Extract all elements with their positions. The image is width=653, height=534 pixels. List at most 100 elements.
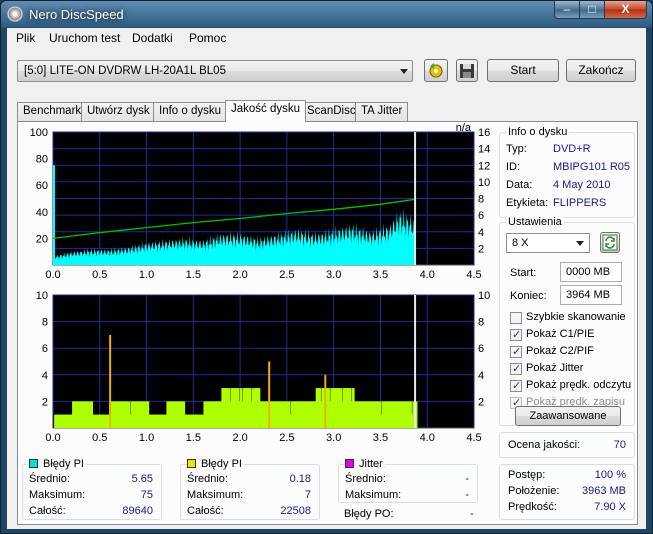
disc-type-value: DVD+R [553,143,591,155]
title-bar[interactable]: Nero DiscSpeed – □ X [1,1,652,28]
pi-errors-group: Błędy PI Średnio: 5.65 Maksimum: 75 Cało… [22,458,162,520]
pif-avg-label: Średnio: [187,473,228,485]
jitter-max-label: Maksimum: [345,489,402,501]
pi-total-label: Całość: [29,505,66,517]
menu-file[interactable]: Plik [16,31,35,45]
pi-color-swatch [29,459,38,468]
maximize-button[interactable]: □ [579,1,605,19]
menu-extras[interactable]: Dodatki [132,31,173,45]
pi-max-label: Maksimum: [29,489,86,501]
checkbox-box [510,345,522,358]
y2-tick-label: 12 [478,160,490,172]
start-field[interactable]: 0000 MB [560,262,622,282]
tab-ta-jitter[interactable]: TA Jitter [355,102,409,122]
x-tick-label: 1.0 [139,269,154,281]
x-tick-label: 2.5 [279,432,294,444]
save-button[interactable] [456,59,478,82]
y2-tick-label: 10 [478,290,490,302]
x-tick-label: 0.0 [45,432,60,444]
close-button[interactable]: X [604,1,647,19]
y2-tick-label: 4 [478,370,484,382]
quality-charts: 0.0 0.5 1.0 1.5 2.0 2.5 3.0 3.5 4.0 4.5 2 4 6 8 10 12 14… [30,122,491,444]
y-tick-label: 100 [30,127,48,139]
pif-max-label: Maksimum: [187,489,244,501]
y-tick-label: 2 [42,396,48,408]
menu-run-test[interactable]: Uruchom test [49,31,120,45]
progress-group: Postęp: 100 % Położenie: 3963 MB Prędkoś… [499,464,635,520]
disc-quality-panel: 0.0 0.5 1.0 1.5 2.0 2.5 3.0 3.5 4.0 4.5 2 4 6 8 10 12 14… [17,121,638,525]
eject-icon [429,63,443,78]
y2-tick-label: 6 [478,343,484,355]
x-tick-label: 4.0 [420,269,435,281]
tab-disc-quality[interactable]: Jakość dysku [225,100,307,122]
minimize-button[interactable]: – [554,1,580,19]
progress-label: Postęp: [508,469,546,481]
pi-total-value: 89640 [122,505,153,517]
chevron-down-icon [576,241,584,246]
disc-date-label: Data: [506,179,533,191]
pi-max-value: 75 [140,489,153,501]
tab-scandisc[interactable]: ScanDisc [301,102,362,122]
start-button[interactable]: Start [487,59,559,82]
x-tick-label: 3.5 [373,432,388,444]
refresh-button[interactable] [600,232,620,253]
quality-score-value: 70 [613,439,626,451]
po-errors-value: - [470,508,474,520]
jitter-color-swatch [345,459,354,468]
pi-avg-value: 5.65 [131,473,153,485]
tab-disc-info[interactable]: Info o dysku [153,102,228,122]
y2-tick-label: 14 [478,144,490,156]
quality-score-label: Ocena jakości: [508,439,581,451]
x-tick-label: 1.0 [139,432,154,444]
speed-select[interactable]: 8 X [506,233,590,253]
x-tick-label: 2.0 [232,432,247,444]
settings-group: Ustawienia 8 X Start: 0000 MB Koniec: 39… [499,216,635,426]
jitter-max-value: - [465,489,469,501]
y2-tick-label: 4 [478,227,484,239]
x-tick-label: 0.0 [45,269,60,281]
chevron-down-icon [400,69,408,74]
tab-benchmark[interactable]: Benchmark [17,102,88,122]
pif-color-swatch [187,459,196,468]
checkbox-box [510,379,522,392]
x-tick-label: 3.5 [373,269,388,281]
disc-type-label: Typ: [506,143,527,155]
x-tick-label: 0.5 [92,432,107,444]
pif-total-label: Całość: [187,505,224,517]
show-pif-label: Pokaż C2/PIF [526,345,594,357]
position-value: 3963 MB [581,485,626,497]
pi-avg-label: Średnio: [29,473,70,485]
y2-tick-label: 2 [478,396,484,408]
jitter-avg-value: - [465,473,469,485]
show-pie-label: Pokaż C1/PIE [526,328,595,340]
x-tick-label: 1.5 [186,432,201,444]
pif-peak-bar [268,361,271,428]
x-tick-label: 2.5 [279,269,294,281]
end-label: Koniec: [510,290,547,302]
y2-tick-label: 8 [478,194,484,206]
eject-button[interactable] [424,59,448,82]
jitter-title: Jitter [345,458,385,470]
show-jitter-label: Pokaż Jitter [526,362,584,374]
disc-info-group: Info o dysku Typ: DVD+R ID: MBIPG101 R05… [499,126,635,218]
exit-button[interactable]: Zakończ [566,59,636,82]
disc-info-title: Info o dysku [506,126,570,138]
drive-select[interactable]: [5:0] LITE-ON DVDRW LH-20A1L BL05 [17,60,413,82]
advanced-button[interactable]: Zaawansowane [515,406,621,426]
quality-score-group: Ocena jakości: 70 [499,432,635,458]
start-label: Start: [510,267,537,279]
pif-avg-value: 0.18 [289,473,311,485]
y2-tick-label: 6 [478,210,484,222]
y2-tick-label: 16 [478,127,490,139]
menu-help[interactable]: Pomoc [189,31,226,45]
pif-peak-bar [324,374,327,428]
disc-id-label: ID: [506,161,521,173]
y2-top-label: n/a [456,122,472,134]
x-tick-label: 1.5 [186,269,201,281]
end-field[interactable]: 3964 MB [560,285,622,305]
y-tick-label: 4 [42,370,48,382]
menu-bar: Plik Uruchom test Dodatki Pomoc [7,28,646,48]
tab-create-disc[interactable]: Utwórz dysk [81,102,156,122]
app-window: Nero DiscSpeed – □ X Plik Uruchom test D… [0,0,653,534]
refresh-icon [602,234,618,251]
